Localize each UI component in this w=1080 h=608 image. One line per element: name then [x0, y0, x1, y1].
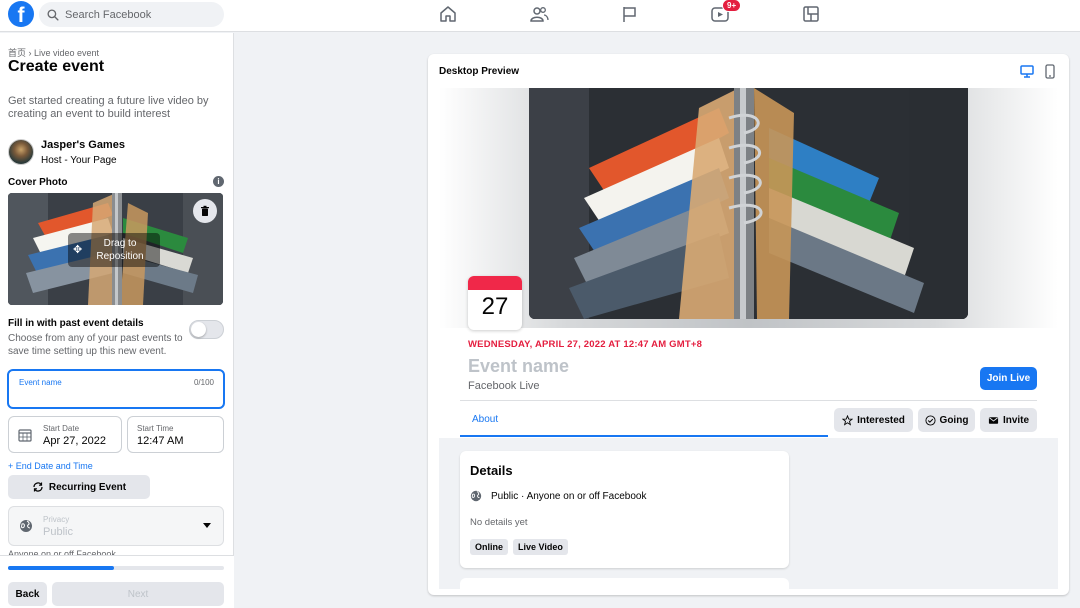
drag-hint-line1: Drag to: [103, 238, 137, 249]
recurring-event-button[interactable]: Recurring Event: [8, 475, 150, 499]
search-icon: [47, 8, 59, 21]
fill-past-details-description: Choose from any of your past events to s…: [8, 333, 183, 357]
interested-button[interactable]: Interested: [834, 408, 913, 432]
tab-about[interactable]: About: [472, 414, 498, 425]
add-end-date-time-link[interactable]: + End Date and Time: [8, 461, 93, 471]
facebook-logo[interactable]: f: [8, 1, 34, 27]
search-box[interactable]: [39, 2, 224, 27]
progress-bar-fill: [8, 566, 114, 570]
details-empty-text: No details yet: [470, 517, 528, 528]
host-role: Host - Your Page: [41, 155, 117, 166]
privacy-select[interactable]: Privacy Public: [8, 506, 224, 546]
details-title: Details: [470, 463, 513, 478]
drag-hint-line2: Reposition: [96, 251, 144, 262]
chip-live-video: Live Video: [513, 539, 568, 555]
event-cover-photo: [529, 88, 968, 319]
back-button[interactable]: Back: [8, 582, 47, 606]
chevron-down-icon: [203, 523, 211, 528]
invite-label: Invite: [1002, 414, 1030, 426]
fill-past-details-title: Fill in with past event details: [8, 318, 144, 329]
privacy-value: Public: [43, 526, 73, 538]
going-button[interactable]: Going: [918, 408, 975, 432]
host-name: Jasper's Games: [41, 139, 125, 151]
cover-photo-label: Cover Photo: [8, 177, 68, 188]
host-avatar: [8, 139, 34, 165]
start-date-label: Start Date: [43, 424, 80, 433]
tab-about-underline: [460, 435, 828, 437]
privacy-note: Anyone on or off Facebook: [8, 549, 116, 555]
delete-cover-button[interactable]: [193, 199, 217, 223]
event-name-label: Event name: [19, 378, 62, 387]
friends-icon[interactable]: [529, 4, 549, 24]
mobile-icon[interactable]: [1045, 64, 1055, 79]
header-divider: [460, 400, 1037, 401]
envelope-icon: [988, 416, 999, 424]
check-circle-icon: [925, 414, 936, 426]
event-date-tile: 27: [468, 276, 522, 330]
event-name-field[interactable]: Event name 0/100: [7, 369, 225, 409]
globe-icon: [20, 520, 32, 532]
desktop-preview-card: Desktop Preview 27 WEDNESDAY, APRIL 27, …: [428, 54, 1069, 595]
cover-photo-thumbnail[interactable]: ✥ Drag to Reposition: [8, 193, 223, 305]
intro-text: Get started creating a future live video…: [8, 95, 209, 120]
create-event-panel: 首页 › Live video event Create event Get s…: [0, 33, 234, 608]
chip-online: Online: [470, 539, 509, 555]
privacy-label: Privacy: [43, 515, 70, 524]
preview-canvas: 27 WEDNESDAY, APRIL 27, 2022 AT 12:47 AM…: [439, 88, 1058, 595]
home-icon[interactable]: [438, 4, 458, 24]
preview-title: Desktop Preview: [439, 66, 520, 77]
details-privacy-text: Public · Anyone on or off Facebook: [491, 491, 647, 502]
star-icon: [842, 414, 854, 426]
secondary-card: [460, 578, 789, 595]
interested-label: Interested: [857, 414, 905, 426]
going-label: Going: [939, 414, 969, 426]
event-name-input[interactable]: [18, 389, 213, 401]
calendar-icon: [18, 429, 32, 442]
notification-badge: 9+: [722, 0, 742, 12]
start-time-field[interactable]: Start Time 12:47 AM: [127, 416, 224, 453]
invite-button[interactable]: Invite: [980, 408, 1037, 432]
date-tile-day: 27: [481, 293, 509, 320]
event-subtitle: Facebook Live: [468, 380, 540, 392]
search-input[interactable]: [65, 8, 215, 21]
start-date-value: Apr 27, 2022: [43, 435, 106, 447]
recurring-icon: [33, 482, 43, 492]
details-card: Details Public · Anyone on or off Facebo…: [460, 451, 789, 568]
date-tile-header: [468, 276, 522, 290]
trash-icon: [201, 205, 209, 216]
progress-bar: [8, 566, 224, 570]
start-time-value: 12:47 AM: [137, 435, 184, 447]
start-time-label: Start Time: [137, 424, 174, 433]
top-navigation-bar: f 9+: [0, 0, 1080, 32]
pages-flag-icon[interactable]: [620, 4, 640, 24]
event-datetime: WEDNESDAY, APRIL 27, 2022 AT 12:47 AM GM…: [468, 339, 703, 350]
event-name-preview: Event name: [468, 356, 570, 376]
fill-past-details-toggle[interactable]: [189, 320, 224, 339]
event-header: 27 WEDNESDAY, APRIL 27, 2022 AT 12:47 AM…: [439, 88, 1058, 438]
watch-icon[interactable]: 9+: [710, 0, 742, 24]
gaming-icon[interactable]: [801, 4, 821, 24]
page-title: Create event: [8, 58, 105, 75]
event-name-char-count: 0/100: [193, 378, 214, 387]
start-date-field[interactable]: Start Date Apr 27, 2022: [8, 416, 122, 453]
desktop-icon[interactable]: [1020, 65, 1034, 78]
join-live-button[interactable]: Join Live: [980, 367, 1037, 390]
toggle-knob: [191, 322, 206, 337]
next-button[interactable]: Next: [52, 582, 224, 606]
move-icon: ✥: [73, 244, 83, 256]
left-panel-footer: Back Next: [0, 555, 234, 608]
drag-to-reposition-hint[interactable]: ✥ Drag to Reposition: [68, 233, 160, 267]
globe-icon: [470, 490, 482, 502]
info-icon[interactable]: i: [213, 176, 224, 187]
recurring-label: Recurring Event: [48, 481, 127, 493]
